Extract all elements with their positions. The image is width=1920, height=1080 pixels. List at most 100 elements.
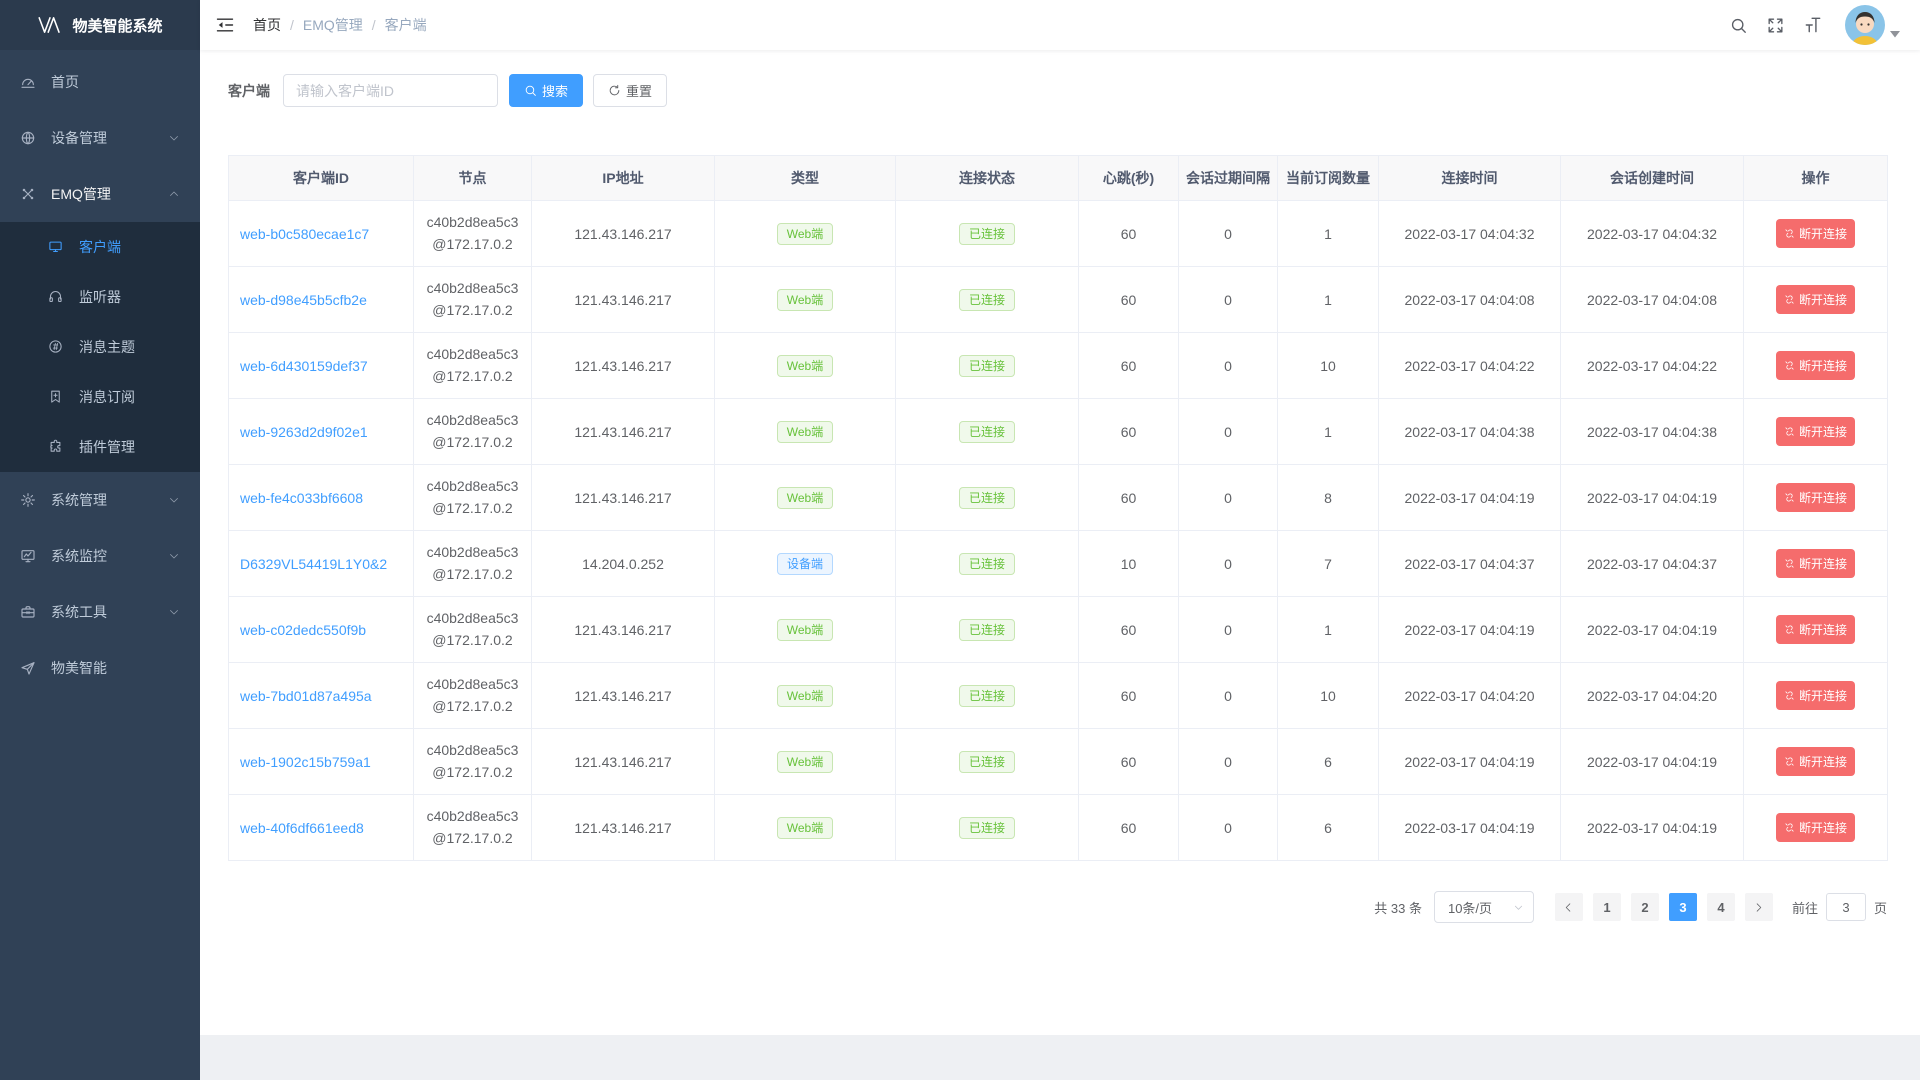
connect-time-cell: 2022-03-17 04:04:22 [1379,333,1561,399]
logo[interactable]: 物美智能系统 [0,0,200,50]
breadcrumb-separator: / [290,17,294,33]
client-id-link[interactable]: web-6d430159def37 [240,358,368,374]
breadcrumb-current: 客户端 [385,15,427,35]
status-tag: 已连接 [959,421,1015,443]
goto-page-input[interactable] [1826,893,1866,921]
breadcrumb-emq[interactable]: EMQ管理 [303,15,363,35]
sidebar-item-system-tools[interactable]: 系统工具 [0,584,200,640]
node-cell: c40b2d8ea5c3@172.17.0.2 [414,465,532,531]
page-button-3[interactable]: 3 [1669,893,1697,921]
sidebar-item-label: EMQ管理 [51,184,111,204]
subscriptions-cell: 7 [1278,531,1379,597]
page-button-1[interactable]: 1 [1593,893,1621,921]
type-tag: Web端 [777,487,833,509]
font-size-icon[interactable] [1803,15,1823,35]
filter-bar: 客户端 搜索 重置 [228,74,1892,107]
sidebar-item-system-monitor[interactable]: 系统监控 [0,528,200,584]
status-tag: 已连接 [959,751,1015,773]
heartbeat-cell: 60 [1079,465,1179,531]
client-id-link[interactable]: web-b0c580ecae1c7 [240,226,369,242]
sidebar-item-wumei-smart[interactable]: 物美智能 [0,640,200,696]
sidebar-item-plugins[interactable]: 插件管理 [0,422,200,472]
client-id-link[interactable]: web-1902c15b759a1 [240,754,371,770]
disconnect-button[interactable]: 断开连接 [1776,285,1855,314]
disconnect-button-label: 断开连接 [1799,753,1847,770]
status-tag: 已连接 [959,817,1015,839]
column-header: 会话过期间隔 [1179,156,1278,201]
search-icon[interactable] [1729,16,1748,35]
type-tag: 设备端 [777,553,833,575]
topbar: 首页 / EMQ管理 / 客户端 [200,0,1920,50]
gear-icon [20,492,36,508]
disconnect-button[interactable]: 断开连接 [1776,747,1855,776]
prev-page-button[interactable] [1555,893,1583,921]
ip-cell: 121.43.146.217 [532,267,715,333]
client-id-link[interactable]: D6329VL54419L1Y0&2 [240,556,387,572]
client-id-link[interactable]: web-9263d2d9f02e1 [240,424,368,440]
client-id-link[interactable]: web-d98e45b5cfb2e [240,292,367,308]
disconnect-button[interactable]: 断开连接 [1776,549,1855,578]
breadcrumb-home[interactable]: 首页 [253,15,281,35]
connect-time-cell: 2022-03-17 04:04:19 [1379,729,1561,795]
sidebar-item-device-mgmt[interactable]: 设备管理 [0,110,200,166]
disconnect-button-label: 断开连接 [1799,555,1847,572]
column-header: 当前订阅数量 [1278,156,1379,201]
column-header: IP地址 [532,156,715,201]
sidebar-item-home[interactable]: 首页 [0,54,200,110]
disconnect-button[interactable]: 断开连接 [1776,681,1855,710]
paper-plane-icon [20,660,36,676]
disconnect-button[interactable]: 断开连接 [1776,615,1855,644]
client-id-link[interactable]: web-7bd01d87a495a [240,688,372,704]
page-size-select[interactable]: 10条/页 [1434,891,1534,923]
subscriptions-cell: 10 [1278,333,1379,399]
globe-icon [20,130,36,146]
search-button-label: 搜索 [542,81,568,100]
status-tag: 已连接 [959,685,1015,707]
page-button-2[interactable]: 2 [1631,893,1659,921]
sidebar-item-topics[interactable]: 消息主题 [0,322,200,372]
column-header: 客户端ID [229,156,414,201]
sidebar-item-listeners[interactable]: 监听器 [0,272,200,322]
client-id-input[interactable] [283,74,498,107]
status-tag: 已连接 [959,619,1015,641]
page-button-4[interactable]: 4 [1707,893,1735,921]
chevron-down-icon [168,606,180,618]
client-id-link[interactable]: web-c02dedc550f9b [240,622,366,638]
ip-cell: 121.43.146.217 [532,333,715,399]
sidebar-toggle-icon[interactable] [215,15,235,35]
user-avatar[interactable] [1845,5,1900,45]
sidebar-item-emq-mgmt[interactable]: EMQ管理 [0,166,200,222]
status-tag: 已连接 [959,487,1015,509]
sidebar-item-subscriptions[interactable]: 消息订阅 [0,372,200,422]
type-tag: Web端 [777,619,833,641]
next-page-button[interactable] [1745,893,1773,921]
main-area: 首页 / EMQ管理 / 客户端 [200,0,1920,1080]
ip-cell: 121.43.146.217 [532,795,715,861]
sidebar: 物美智能系统 首页 设备管理 EMQ管理 客户端 [0,0,200,1080]
sidebar-item-system-mgmt[interactable]: 系统管理 [0,472,200,528]
subscriptions-cell: 1 [1278,267,1379,333]
disconnect-button[interactable]: 断开连接 [1776,219,1855,248]
filter-label: 客户端 [228,81,270,101]
connect-time-cell: 2022-03-17 04:04:19 [1379,465,1561,531]
sidebar-item-label: 监听器 [79,287,121,307]
toolbox-icon [20,604,36,620]
unlink-icon [1784,558,1795,569]
disconnect-button[interactable]: 断开连接 [1776,351,1855,380]
reset-button[interactable]: 重置 [593,74,667,107]
client-id-link[interactable]: web-fe4c033bf6608 [240,490,363,506]
status-tag: 已连接 [959,223,1015,245]
disconnect-button[interactable]: 断开连接 [1776,813,1855,842]
client-id-link[interactable]: web-40f6df661eed8 [240,820,364,836]
disconnect-button[interactable]: 断开连接 [1776,483,1855,512]
fullscreen-icon[interactable] [1766,16,1785,35]
sidebar-item-label: 物美智能 [51,658,107,678]
session-create-time-cell: 2022-03-17 04:04:08 [1561,267,1744,333]
table-row: web-40f6df661eed8 c40b2d8ea5c3@172.17.0.… [229,795,1888,861]
connect-time-cell: 2022-03-17 04:04:37 [1379,531,1561,597]
search-button[interactable]: 搜索 [509,74,583,107]
app-title: 物美智能系统 [72,15,162,36]
sidebar-item-clients[interactable]: 客户端 [0,222,200,272]
disconnect-button[interactable]: 断开连接 [1776,417,1855,446]
unlink-icon [1784,624,1795,635]
